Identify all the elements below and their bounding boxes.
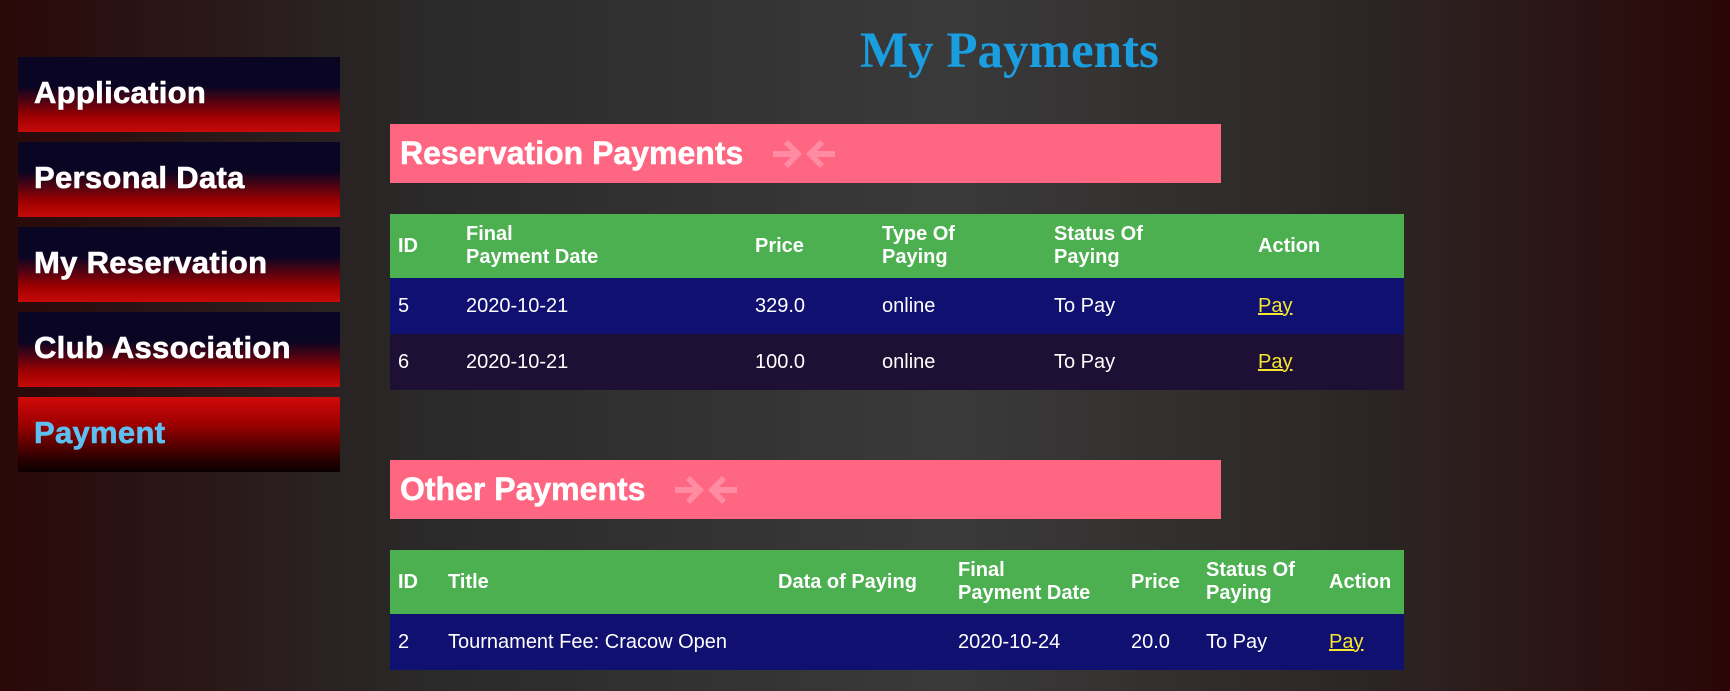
reservation-payments-title: Reservation Payments — [400, 135, 744, 172]
other-payments-table: ID Title Data of Paying Final Payment Dat… — [390, 550, 1404, 670]
cell-data-of-paying — [770, 614, 950, 670]
col-header-price: Price — [747, 214, 874, 278]
col-header-id: ID — [390, 550, 440, 614]
cell-final-payment-date: 2020-10-24 — [950, 614, 1123, 670]
col-header-id: ID — [390, 214, 458, 278]
cell-status-of-paying: To Pay — [1198, 614, 1321, 670]
other-payments-title: Other Payments — [400, 471, 646, 508]
cell-type-of-paying: online — [874, 278, 1046, 334]
pay-link[interactable]: Pay — [1329, 631, 1363, 653]
cell-final-payment-date: 2020-10-21 — [458, 334, 747, 390]
col-header-final-payment-date: Final Payment Date — [950, 550, 1123, 614]
reservation-payments-header[interactable]: Reservation Payments — [390, 124, 1221, 183]
cell-status-of-paying: To Pay — [1046, 334, 1250, 390]
cell-type-of-paying: online — [874, 334, 1046, 390]
page-title: My Payments — [860, 23, 1159, 79]
table-row: 6 2020-10-21 100.0 online To Pay Pay — [390, 334, 1404, 390]
col-header-price: Price — [1123, 550, 1198, 614]
col-header-action: Action — [1250, 214, 1404, 278]
arrows-in-icon — [771, 138, 837, 170]
cell-id: 5 — [390, 278, 458, 334]
cell-price: 20.0 — [1123, 614, 1198, 670]
col-header-title: Title — [440, 550, 770, 614]
other-payments-header[interactable]: Other Payments — [390, 460, 1221, 519]
reservation-payments-table: ID Final Payment Date Price Type Of Paying… — [390, 214, 1404, 390]
cell-price: 100.0 — [747, 334, 874, 390]
col-header-type-of-paying: Type Of Paying — [874, 214, 1046, 278]
sidebar-nav: Application Personal Data My Reservation… — [18, 57, 340, 482]
sidebar-item-application[interactable]: Application — [18, 57, 340, 132]
col-header-status-of-paying: Status Of Paying — [1046, 214, 1250, 278]
cell-action: Pay — [1250, 278, 1404, 334]
col-header-action: Action — [1321, 550, 1404, 614]
col-header-data-of-paying: Data of Paying — [770, 550, 950, 614]
col-header-final-payment-date: Final Payment Date — [458, 214, 747, 278]
sidebar-item-personal-data[interactable]: Personal Data — [18, 142, 340, 217]
cell-id: 2 — [390, 614, 440, 670]
arrows-in-icon — [673, 474, 739, 506]
cell-action: Pay — [1250, 334, 1404, 390]
pay-link[interactable]: Pay — [1258, 351, 1292, 373]
cell-id: 6 — [390, 334, 458, 390]
cell-status-of-paying: To Pay — [1046, 278, 1250, 334]
cell-title: Tournament Fee: Cracow Open — [440, 614, 770, 670]
cell-price: 329.0 — [747, 278, 874, 334]
table-row: 5 2020-10-21 329.0 online To Pay Pay — [390, 278, 1404, 334]
cell-final-payment-date: 2020-10-21 — [458, 278, 747, 334]
pay-link[interactable]: Pay — [1258, 295, 1292, 317]
sidebar-item-my-reservation[interactable]: My Reservation — [18, 227, 340, 302]
col-header-status-of-paying: Status Of Paying — [1198, 550, 1321, 614]
table-row: 2 Tournament Fee: Cracow Open 2020-10-24… — [390, 614, 1404, 670]
table-header-row: ID Final Payment Date Price Type Of Paying… — [390, 214, 1404, 278]
sidebar-item-club-association[interactable]: Club Association — [18, 312, 340, 387]
table-header-row: ID Title Data of Paying Final Payment Dat… — [390, 550, 1404, 614]
cell-action: Pay — [1321, 614, 1404, 670]
sidebar-item-payment[interactable]: Payment — [18, 397, 340, 472]
